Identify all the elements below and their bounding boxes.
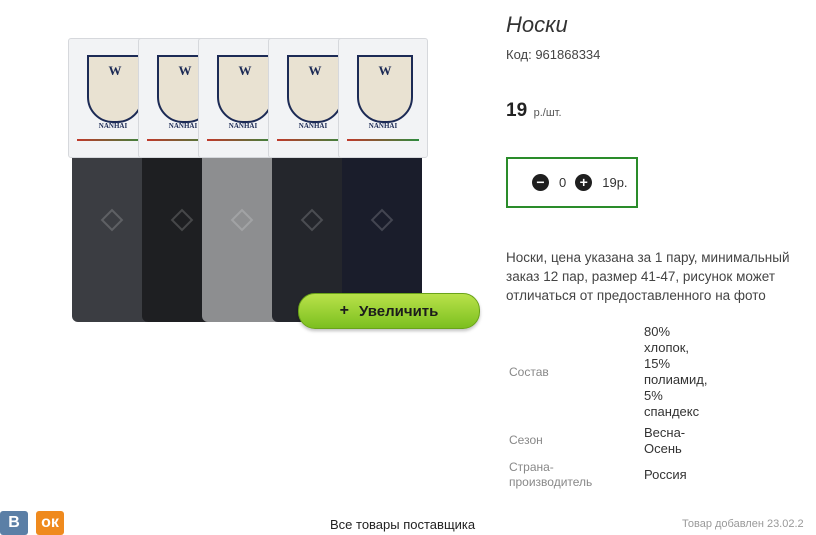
zoom-button[interactable]: + Увеличить <box>298 293 480 329</box>
spec-label-composition: Состав <box>509 365 549 379</box>
ok-share-icon[interactable]: ок <box>36 511 64 535</box>
quantity-value[interactable]: 0 <box>559 175 566 190</box>
price-value: 19 <box>506 100 528 121</box>
spec-value-composition: 80% хлопок, 15% полиамид, 5% спандекс <box>644 324 708 419</box>
supplier-products-link[interactable]: Все товары поставщика <box>330 517 475 532</box>
spec-label-country: Страна- производитель <box>509 460 593 489</box>
product-description: Носки, цена указана за 1 пару, минимальн… <box>506 250 790 303</box>
spec-value-country: Россия <box>644 467 687 482</box>
price-unit: р./шт. <box>533 107 562 119</box>
brand-label: NANHAI <box>368 122 398 130</box>
product-code: Код: 961868334 <box>506 47 601 62</box>
brand-emblem: W <box>217 55 273 123</box>
brand-emblem: W <box>287 55 343 123</box>
sock-package: W NANHAI <box>338 38 428 158</box>
minus-icon[interactable]: − <box>532 174 549 191</box>
brand-emblem: W <box>87 55 143 123</box>
quantity-sum: 19р. <box>602 175 628 190</box>
zoom-label: Увеличить <box>358 302 439 320</box>
spec-value-season: Весна- Осень <box>644 425 686 456</box>
sock-body <box>72 144 152 322</box>
product-title: Носки <box>506 12 568 37</box>
quantity-stepper: − 0 + 19р. <box>506 157 638 208</box>
spec-label-season: Сезон <box>509 433 543 447</box>
date-added: Товар добавлен 23.02.2 <box>682 518 804 530</box>
brand-emblem: W <box>357 55 413 123</box>
product-price: 19 р./шт. <box>506 100 562 122</box>
vk-share-icon[interactable]: В <box>0 511 28 535</box>
plus-icon: + <box>339 302 349 319</box>
product-image[interactable]: W NANHAI W NANHAI W NANHAI W NANHAI W NA… <box>38 38 450 328</box>
plus-icon[interactable]: + <box>575 174 593 191</box>
sock-body <box>202 144 282 322</box>
